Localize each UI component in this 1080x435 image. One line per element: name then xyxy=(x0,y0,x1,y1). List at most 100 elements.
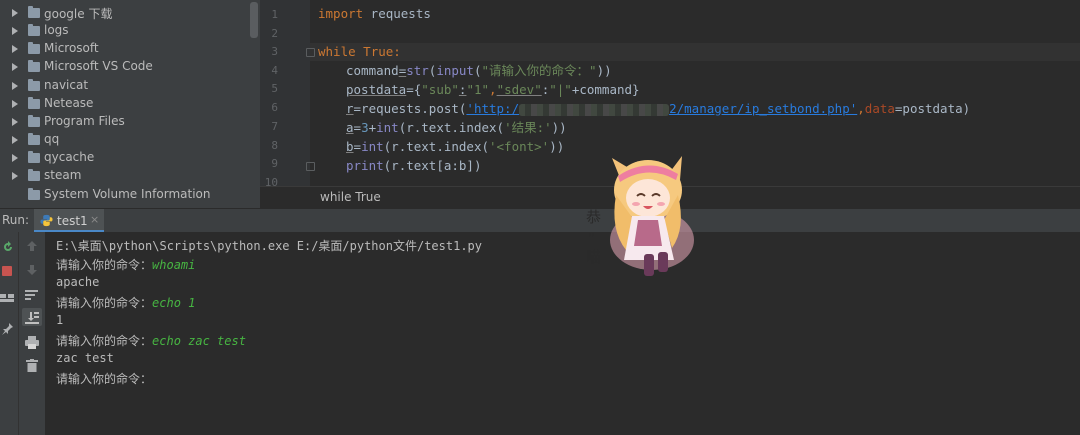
folder-icon xyxy=(28,133,40,145)
code-line-1: import requests xyxy=(318,5,431,23)
string: '<font>' xyxy=(489,139,550,154)
url-string[interactable]: 2/manager/ip_setbond.php' xyxy=(669,101,857,116)
tree-scrollbar[interactable] xyxy=(250,2,258,38)
expand-arrow-icon[interactable] xyxy=(12,9,18,17)
expand-arrow-icon[interactable] xyxy=(12,82,18,90)
code-text: =postdata) xyxy=(894,101,971,116)
tree-item-navicat[interactable]: navicat xyxy=(0,77,252,95)
scroll-to-end-button[interactable] xyxy=(22,308,42,326)
trash-icon[interactable] xyxy=(26,359,38,372)
code-text: ={ xyxy=(406,82,422,97)
keyword: import xyxy=(318,6,364,21)
mascot-sticker-image: 恭 '' 喵 xyxy=(586,156,694,276)
keyword-argument: data xyxy=(864,101,895,116)
folder-icon xyxy=(28,188,40,200)
code-text: , xyxy=(857,101,865,116)
builtin: int xyxy=(376,120,399,135)
url-string[interactable]: 'http:/ xyxy=(466,101,519,116)
builtin: str xyxy=(406,63,429,78)
code-line-6: r=requests.post('http:/ 2/manager/ip_setb… xyxy=(346,100,970,118)
line-number: 3 xyxy=(271,45,278,58)
svg-text:'': '' xyxy=(588,231,595,245)
expand-arrow-icon[interactable] xyxy=(12,27,18,35)
console-user-input: echo zac test xyxy=(152,334,246,348)
tree-item-vscode[interactable]: Microsoft VS Code xyxy=(0,58,252,76)
current-line-highlight xyxy=(310,43,1080,61)
arrow-down-icon[interactable] xyxy=(26,264,38,276)
print-icon[interactable] xyxy=(25,336,39,349)
line-number: 8 xyxy=(271,139,278,152)
tree-item-netease[interactable]: Netease xyxy=(0,95,252,113)
string: '结果:' xyxy=(504,120,552,135)
console-prompt: 请输入你的命令： xyxy=(56,258,153,272)
console-prompt: 请输入你的命令： xyxy=(56,372,153,386)
layout-icon[interactable] xyxy=(0,292,14,304)
expand-arrow-icon[interactable] xyxy=(12,136,18,144)
folder-icon xyxy=(28,24,40,36)
expand-arrow-icon[interactable] xyxy=(12,118,18,126)
code-text: ( xyxy=(473,63,482,78)
run-label: Run: xyxy=(2,213,30,227)
fold-icon[interactable] xyxy=(306,48,315,57)
code-text: b xyxy=(346,139,354,154)
folder-icon xyxy=(28,60,40,72)
tree-item-google[interactable]: google 下载 xyxy=(0,4,252,22)
close-icon[interactable]: × xyxy=(90,213,99,226)
folder-icon xyxy=(28,6,40,18)
tree-item-steam[interactable]: steam xyxy=(0,167,252,185)
string: "1" xyxy=(466,82,490,97)
expand-arrow-icon[interactable] xyxy=(12,45,18,53)
expand-arrow-icon[interactable] xyxy=(12,172,18,180)
code-text: command xyxy=(346,63,399,78)
tab-label: test1 xyxy=(57,214,88,228)
code-text: + xyxy=(368,120,377,135)
folder-icon xyxy=(28,115,40,127)
line-number: 9 xyxy=(271,157,278,170)
run-toolbar-primary xyxy=(0,232,18,435)
tree-item-program-files[interactable]: Program Files xyxy=(0,113,252,131)
code-line-4: command=str(input("请输入你的命令：")) xyxy=(346,62,612,80)
code-text: )) xyxy=(596,63,612,78)
tree-item-qycache[interactable]: qycache xyxy=(0,149,252,167)
builtin: int xyxy=(361,139,384,154)
fold-icon[interactable] xyxy=(306,162,315,171)
run-tool-header xyxy=(0,208,1080,233)
code-line-7: a=3+int(r.text.index('结果:')) xyxy=(346,119,567,137)
code-line-9: print(r.text[a:b]) xyxy=(346,157,481,175)
project-tree: google 下载 logs Microsoft Microsoft VS Co… xyxy=(0,0,260,208)
console-prompt-line: 请输入你的命令：whoami xyxy=(56,256,195,273)
folder-icon xyxy=(28,151,40,163)
tree-item-qq[interactable]: qq xyxy=(0,131,252,149)
line-number: 6 xyxy=(271,101,278,114)
line-number: 5 xyxy=(271,82,278,95)
code-text: (r.text.index( xyxy=(398,120,505,135)
soft-wrap-icon[interactable] xyxy=(25,289,39,301)
code-text: (r.text.index( xyxy=(383,139,489,154)
line-number: 1 xyxy=(271,8,278,21)
expand-arrow-icon[interactable] xyxy=(12,100,18,108)
rerun-icon[interactable] xyxy=(1,240,15,254)
tree-item-system-volume[interactable]: System Volume Information xyxy=(0,186,252,204)
stop-icon[interactable] xyxy=(2,266,12,276)
console-prompt-line: 请输入你的命令： xyxy=(56,370,152,387)
console-user-input: whoami xyxy=(152,258,196,272)
string: "|" xyxy=(549,82,572,97)
pin-icon[interactable] xyxy=(1,322,14,336)
string: "sdev" xyxy=(496,82,542,97)
line-number: 2 xyxy=(271,27,278,40)
code-text: = xyxy=(353,120,362,135)
console-prompt-line: 请输入你的命令：echo zac test xyxy=(56,332,246,349)
scroll-to-end-icon xyxy=(25,312,39,324)
folder-icon xyxy=(28,97,40,109)
console-command-line: E:\桌面\python\Scripts\python.exe E:/桌面/py… xyxy=(56,239,483,253)
expand-arrow-icon[interactable] xyxy=(12,154,18,162)
tree-item-microsoft[interactable]: Microsoft xyxy=(0,40,252,58)
string: "请输入你的命令：" xyxy=(481,63,597,78)
tree-item-logs[interactable]: logs xyxy=(0,22,252,40)
arrow-up-icon[interactable] xyxy=(26,240,38,252)
console-output-line: 1 xyxy=(56,313,64,327)
string: "sub" xyxy=(421,82,459,97)
expand-arrow-icon[interactable] xyxy=(12,63,18,71)
breadcrumb[interactable]: while True xyxy=(320,190,381,204)
svg-text:喵: 喵 xyxy=(586,248,601,266)
